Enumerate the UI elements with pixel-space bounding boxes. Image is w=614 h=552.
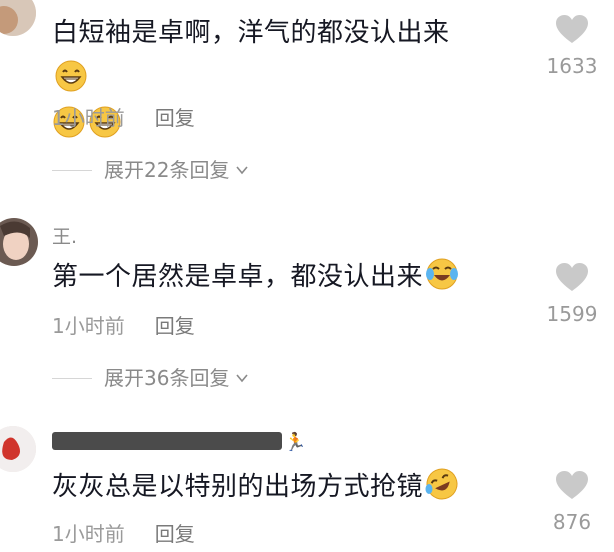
heart-icon [556,15,588,43]
expand-replies-label: 展开36条回复 [104,366,230,390]
username-obscured[interactable]: 🏃 [52,428,322,459]
like-button[interactable]: 1633 [542,14,602,78]
heart-icon [556,471,588,499]
like-count: 1633 [546,54,598,78]
heart-icon [556,263,588,291]
like-count: 876 [552,510,592,534]
rolling-laughing-emoji [425,467,459,501]
like-count: 1599 [546,302,598,326]
like-button[interactable]: 1599 [542,262,602,326]
comment-item: 王. 第一个居然是卓卓，都没认出来 1小时前 回复 1599 展开36条回复 [0,214,614,404]
reply-button[interactable]: 回复 [155,522,195,546]
username[interactable]: 王. [52,226,77,248]
avatar[interactable] [0,426,36,472]
comment-item: 🏃 灰灰总是以特别的出场方式抢镜 1小时前 回复 876 [0,418,614,552]
reply-button[interactable]: 回复 [155,106,195,130]
divider [52,169,92,171]
timestamp: 1小时前 [52,522,125,546]
comment-item: 白短袖是卓啊，洋气的都没认出来 1小时前 回复 1633 展开22条回复 [0,0,614,200]
expand-replies-button[interactable]: 展开36条回复 [52,366,249,390]
comment-meta: 1小时前 回复 [52,106,195,130]
timestamp: 1小时前 [52,314,125,338]
chevron-down-icon [236,166,249,175]
chevron-down-icon [236,374,249,383]
avatar[interactable] [0,0,36,36]
comment-text: 灰灰总是以特别的出场方式抢镜 [52,464,484,510]
comment-meta: 1小时前 回复 [52,314,195,338]
crying-laughing-emoji [425,257,459,291]
divider [52,377,92,379]
comment-text: 第一个居然是卓卓，都没认出来 [52,254,484,300]
expand-replies-button[interactable]: 展开22条回复 [52,158,249,182]
expand-replies-label: 展开22条回复 [104,158,230,182]
like-button[interactable]: 876 [542,470,602,534]
reply-button[interactable]: 回复 [155,314,195,338]
grin-emoji [54,59,88,93]
comment-meta: 1小时前 回复 [52,522,195,546]
avatar[interactable] [0,218,38,266]
svg-text:🏃: 🏃 [284,431,306,453]
timestamp: 1小时前 [52,106,125,130]
